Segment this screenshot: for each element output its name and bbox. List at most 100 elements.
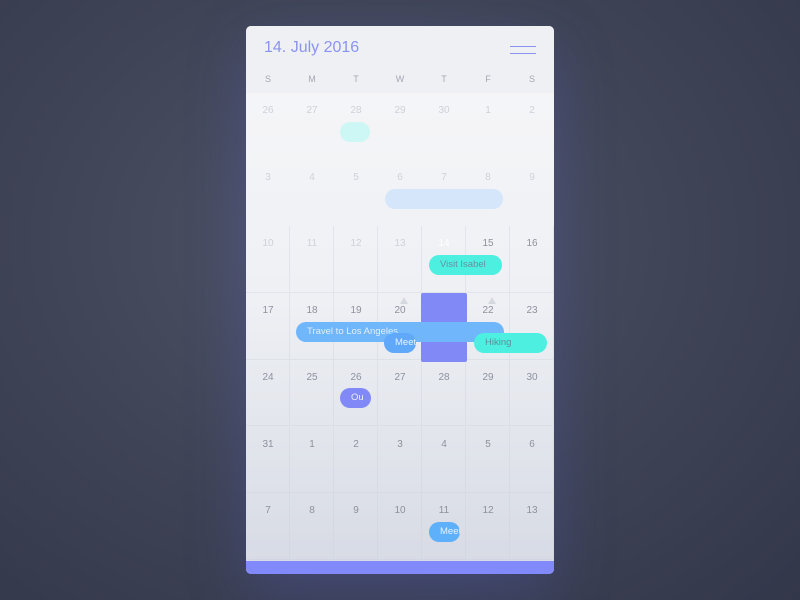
event-faded-blue[interactable]: [385, 189, 503, 209]
day-number: 4: [441, 438, 447, 450]
day-cell[interactable]: 9: [510, 160, 554, 227]
day-number: 16: [526, 238, 538, 250]
event-faded-teal[interactable]: [340, 122, 370, 142]
day-number: 6: [397, 171, 403, 183]
day-number: 14: [438, 238, 450, 250]
warning-triangle-icon: [400, 297, 408, 304]
day-cell[interactable]: 2: [334, 426, 378, 494]
day-number: 31: [262, 438, 274, 450]
event-visit-isabel[interactable]: Visit Isabel: [429, 255, 502, 275]
day-number: 3: [397, 438, 403, 450]
day-number: 17: [262, 305, 274, 317]
day-number: 7: [441, 171, 447, 183]
day-number: 7: [265, 505, 271, 517]
day-number: 1: [309, 438, 315, 450]
day-number: 28: [438, 371, 450, 383]
day-cell[interactable]: 17: [246, 293, 290, 360]
day-cell[interactable]: 27: [378, 359, 422, 427]
day-number: 27: [394, 371, 406, 383]
day-number: 2: [353, 438, 359, 450]
day-cell[interactable]: 5: [466, 426, 510, 494]
day-cell[interactable]: 11: [290, 226, 334, 294]
day-number: 4: [309, 171, 315, 183]
day-cell[interactable]: 16: [510, 226, 554, 294]
day-cell[interactable]: 3: [246, 160, 290, 227]
day-cell[interactable]: 31: [246, 426, 290, 494]
day-cell[interactable]: 30: [510, 359, 554, 427]
day-number: 26: [262, 105, 274, 116]
day-number: 22: [482, 305, 494, 317]
day-cell[interactable]: 12: [334, 226, 378, 294]
day-cell[interactable]: 3: [378, 426, 422, 494]
day-cell[interactable]: 5: [334, 160, 378, 227]
day-cell[interactable]: 29: [378, 93, 422, 160]
day-number: 30: [438, 105, 450, 116]
warning-triangle-icon: [488, 297, 496, 304]
day-cell[interactable]: 8: [290, 493, 334, 560]
day-number: 2: [529, 105, 535, 116]
bottom-bar: [246, 561, 554, 574]
day-number: 13: [394, 238, 406, 250]
day-cell[interactable]: 10: [378, 493, 422, 560]
day-cell[interactable]: 2: [510, 93, 554, 160]
day-cell[interactable]: 4: [422, 426, 466, 494]
weekday-label: T: [353, 74, 359, 84]
event-outing[interactable]: Ou: [340, 388, 371, 408]
weekday-label: S: [264, 74, 271, 84]
day-cell[interactable]: 9: [334, 493, 378, 560]
day-cell[interactable]: 6: [510, 426, 554, 494]
day-number: 15: [482, 238, 494, 250]
day-cell[interactable]: 29: [466, 359, 510, 427]
day-number: 10: [262, 238, 274, 250]
day-cell[interactable]: 25: [290, 359, 334, 427]
day-cell[interactable]: 30: [422, 93, 466, 160]
day-cell[interactable]: 24: [246, 359, 290, 427]
day-number: 11: [438, 505, 450, 517]
day-number: 11: [306, 238, 318, 250]
day-number: 30: [526, 371, 538, 383]
day-number: 1: [485, 105, 491, 116]
day-number: 9: [353, 505, 359, 517]
weekday-label: T: [441, 74, 447, 84]
event-meet-2[interactable]: Meet: [429, 522, 460, 542]
day-cell[interactable]: 7: [246, 493, 290, 560]
day-number: 28: [350, 105, 362, 116]
day-number: 25: [306, 371, 318, 383]
page-title: 14. July 2016: [264, 39, 360, 56]
day-number: 8: [309, 505, 315, 517]
day-cell[interactable]: 26: [246, 93, 290, 160]
hamburger-icon[interactable]: [510, 46, 536, 54]
day-cell[interactable]: 1: [290, 426, 334, 494]
day-cell[interactable]: 4: [290, 160, 334, 227]
day-number: 19: [350, 305, 362, 317]
weekday-label: M: [308, 74, 316, 84]
weekday-label: W: [395, 74, 405, 84]
day-cell[interactable]: 12: [466, 493, 510, 560]
day-cell[interactable]: 27: [290, 93, 334, 160]
day-number: 10: [394, 505, 406, 517]
day-cell[interactable]: 1: [466, 93, 510, 160]
day-number: 8: [485, 171, 491, 183]
day-number: 6: [529, 438, 535, 450]
day-number: 29: [482, 371, 494, 383]
day-number: 12: [350, 238, 362, 250]
day-number: 24: [262, 371, 274, 383]
day-number: 29: [394, 105, 406, 116]
weekday-label: F: [485, 74, 491, 84]
day-cell[interactable]: 10: [246, 226, 290, 294]
calendar-header: 14. July 2016 S M T W T F S: [246, 26, 554, 93]
day-number: 12: [482, 505, 494, 517]
day-number: 5: [485, 438, 491, 450]
month-grid: 1312111098765432131302928272625242322212…: [246, 93, 554, 561]
event-hiking[interactable]: Hiking: [474, 333, 547, 353]
day-number: 3: [265, 171, 271, 183]
day-cell[interactable]: 28: [422, 359, 466, 427]
event-meet[interactable]: Meet: [384, 333, 416, 353]
day-cell[interactable]: 13: [378, 226, 422, 294]
day-number: 23: [526, 305, 538, 317]
day-number: 20: [394, 305, 406, 317]
day-number: 26: [350, 371, 362, 383]
day-number: 9: [529, 171, 535, 183]
weekday-label: S: [528, 74, 535, 84]
day-cell[interactable]: 13: [510, 493, 554, 560]
